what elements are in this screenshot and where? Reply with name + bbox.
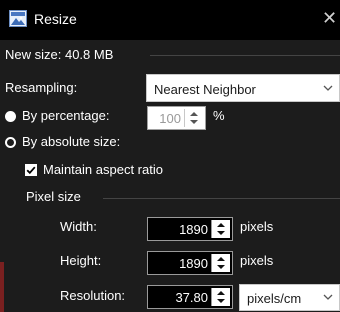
height-input[interactable]: 1890 [147, 251, 233, 275]
height-unit: pixels [240, 253, 274, 268]
percentage-unit: % [213, 108, 225, 123]
title-bar: Resize ✕ [0, 0, 340, 40]
chevron-down-icon [323, 294, 333, 300]
width-label: Width: [60, 219, 97, 234]
resolution-label: Resolution: [60, 288, 126, 303]
by-absolute-size-radio[interactable] [5, 137, 16, 148]
percentage-spinner[interactable] [184, 109, 203, 127]
spin-down-icon[interactable] [215, 298, 227, 304]
resolution-spinner[interactable] [211, 288, 230, 306]
chevron-down-icon [323, 85, 333, 91]
width-unit: pixels [240, 219, 274, 234]
spin-down-icon[interactable] [215, 230, 227, 236]
resampling-dropdown[interactable]: Nearest Neighbor [146, 74, 340, 102]
window-edge-accent [0, 262, 4, 312]
spin-up-icon[interactable] [188, 111, 200, 117]
checkmark-icon [26, 166, 36, 175]
height-label: Height: [60, 253, 102, 268]
resolution-unit-dropdown[interactable]: pixels/cm [239, 284, 340, 311]
close-icon[interactable]: ✕ [322, 8, 337, 29]
by-percentage-label[interactable]: By percentage: [22, 108, 109, 123]
percentage-value: 100 [159, 111, 181, 126]
height-spinner[interactable] [211, 254, 230, 272]
new-size-divider [150, 55, 340, 56]
width-input[interactable]: 1890 [147, 217, 233, 241]
resampling-label: Resampling: [5, 80, 78, 95]
pixel-size-heading: Pixel size [26, 189, 81, 204]
by-percentage-radio[interactable] [5, 111, 16, 122]
maintain-aspect-checkbox[interactable] [25, 164, 37, 176]
spin-down-icon[interactable] [188, 119, 200, 125]
app-icon [9, 10, 27, 27]
resolution-value: 37.80 [175, 290, 208, 305]
width-value: 1890 [179, 222, 208, 237]
height-value: 1890 [179, 256, 208, 271]
resolution-input[interactable]: 37.80 [147, 285, 233, 309]
window-title: Resize [34, 11, 77, 27]
width-spinner[interactable] [211, 220, 230, 238]
resolution-unit-value: pixels/cm [247, 291, 302, 306]
maintain-aspect-label[interactable]: Maintain aspect ratio [43, 162, 163, 177]
percentage-input[interactable]: 100 [147, 106, 206, 130]
pixel-size-divider [103, 198, 340, 199]
spin-up-icon[interactable] [215, 222, 227, 228]
new-size-label: New size: 40.8 MB [5, 47, 114, 62]
spin-up-icon[interactable] [215, 290, 227, 296]
spin-up-icon[interactable] [215, 256, 227, 262]
spin-down-icon[interactable] [215, 264, 227, 270]
resampling-value: Nearest Neighbor [154, 82, 256, 97]
by-absolute-size-label[interactable]: By absolute size: [22, 134, 120, 149]
